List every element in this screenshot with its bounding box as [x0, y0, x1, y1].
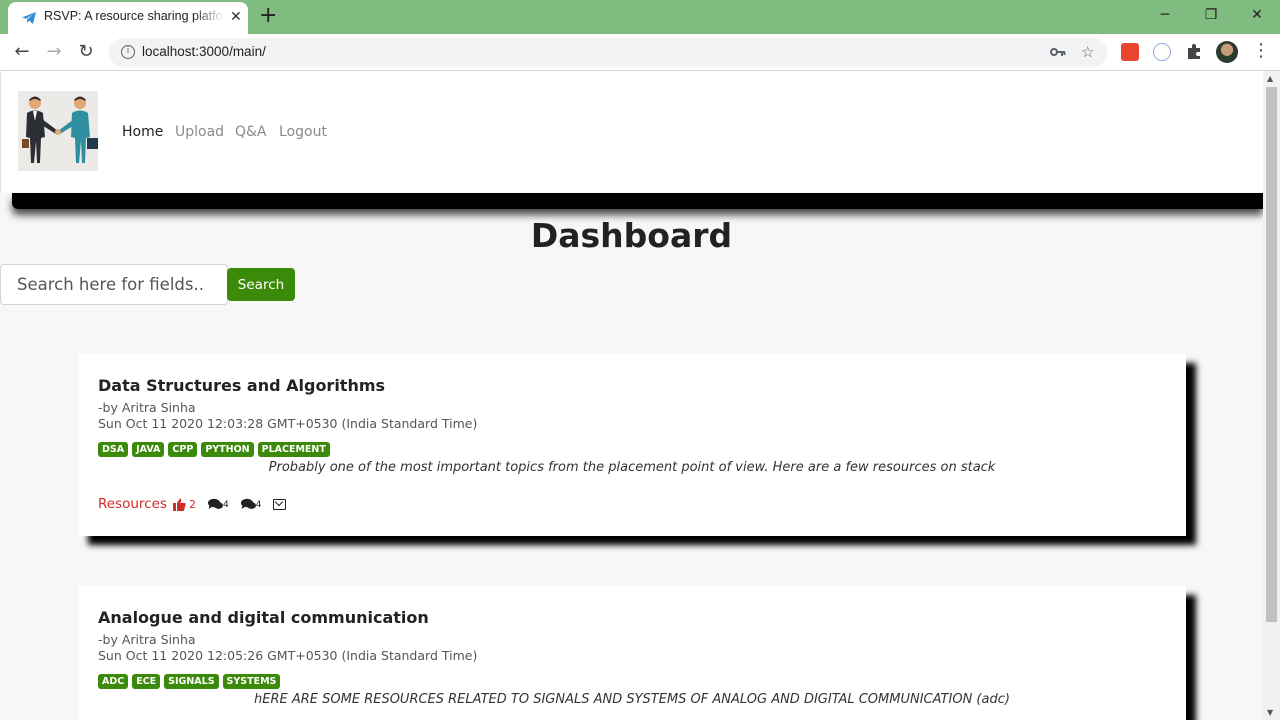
minimize-button[interactable]: ─ — [1142, 4, 1188, 28]
post-title[interactable]: Analogue and digital communication — [98, 608, 429, 627]
post-card: Data Structures and Algorithms -by Aritr… — [78, 354, 1186, 536]
tag-badge[interactable]: ECE — [132, 674, 161, 689]
tag-badge[interactable]: PLACEMENT — [257, 442, 330, 457]
replies-icon — [240, 498, 256, 509]
page-title: Dashboard — [530, 216, 733, 255]
tag-badge[interactable]: JAVA — [132, 442, 165, 457]
url-text: localhost:3000/main/ — [142, 44, 266, 59]
scroll-down-arrow-icon[interactable]: ▼ — [1267, 708, 1273, 717]
search-input[interactable] — [0, 264, 228, 305]
tag-badge[interactable]: PYTHON — [201, 442, 254, 457]
tag-badge[interactable]: CPP — [168, 442, 198, 457]
comments-stat[interactable]: 4 — [207, 498, 229, 510]
post-title[interactable]: Data Structures and Algorithms — [98, 376, 385, 395]
menu-kebab-icon[interactable]: ⋮ — [1252, 41, 1270, 61]
bookmark-star-icon[interactable]: ☆ — [1081, 43, 1094, 61]
nav-home-link[interactable]: Home — [122, 124, 163, 140]
back-arrow-icon[interactable]: ← — [12, 42, 32, 62]
post-description: hERE ARE SOME RESOURCES RELATED TO SIGNA… — [254, 692, 1010, 707]
post-date: Sun Oct 11 2020 12:03:28 GMT+0530 (India… — [98, 416, 478, 431]
tag-badge[interactable]: DSA — [98, 442, 129, 457]
post-date: Sun Oct 11 2020 12:05:26 GMT+0530 (India… — [98, 648, 478, 663]
close-window-button[interactable]: ✕ — [1234, 4, 1280, 28]
reply-count: 4 — [255, 500, 262, 510]
scrollbar-thumb[interactable] — [1266, 87, 1277, 622]
tab-title: RSVP: A resource sharing platform — [44, 9, 224, 23]
nav-qa-link[interactable]: Q&A — [235, 124, 267, 140]
site-navbar: Home Upload Q&A Logout — [0, 71, 1263, 193]
address-bar[interactable]: i localhost:3000/main/ ☆ — [109, 38, 1107, 67]
header-shadow-bar — [12, 193, 1263, 209]
page-scrollbar[interactable]: ▲ ▼ — [1263, 71, 1280, 720]
forward-arrow-icon[interactable]: → — [44, 42, 64, 62]
post-footer: Resources 2 4 4 — [98, 496, 287, 512]
post-tags: ADC ECE SIGNALS SYSTEMS — [98, 674, 281, 689]
profile-avatar[interactable] — [1216, 41, 1238, 63]
scroll-up-arrow-icon[interactable]: ▲ — [1267, 74, 1273, 83]
thumbs-up-icon — [172, 498, 186, 511]
like-count: 2 — [188, 497, 196, 511]
nav-upload-link[interactable]: Upload — [175, 124, 224, 140]
page-viewport: Home Upload Q&A Logout Dashboard Search … — [0, 71, 1263, 720]
post-author: -by Aritra Sinha — [98, 400, 196, 415]
browser-toolbar: ← → ↻ i localhost:3000/main/ ☆ ⋮ — [0, 34, 1280, 71]
tag-badge[interactable]: ADC — [98, 674, 129, 689]
replies-stat[interactable]: 4 — [240, 498, 262, 510]
site-info-icon[interactable]: i — [121, 45, 135, 59]
restore-button[interactable]: ❐ — [1188, 4, 1234, 28]
extension-icon[interactable] — [1121, 43, 1139, 61]
puzzle-icon[interactable] — [1185, 43, 1203, 61]
resources-link[interactable]: Resources — [98, 496, 167, 512]
like-button[interactable]: 2 — [172, 497, 196, 511]
reload-icon[interactable]: ↻ — [76, 42, 96, 62]
post-card: Analogue and digital communication -by A… — [78, 586, 1186, 720]
paper-plane-icon — [22, 12, 36, 24]
search-button[interactable]: Search — [227, 268, 295, 301]
comment-count: 4 — [222, 500, 229, 510]
post-author: -by Aritra Sinha — [98, 632, 196, 647]
mail-icon[interactable] — [273, 498, 287, 510]
browser-tab-bar: RSVP: A resource sharing platform ✕ + ─ … — [0, 0, 1280, 34]
tag-badge[interactable]: SYSTEMS — [222, 674, 281, 689]
key-icon[interactable] — [1050, 46, 1066, 58]
post-description: Probably one of the most important topic… — [268, 460, 996, 475]
comments-icon — [207, 498, 223, 509]
tag-badge[interactable]: SIGNALS — [164, 674, 219, 689]
browser-tab[interactable]: RSVP: A resource sharing platform ✕ — [8, 2, 248, 34]
handshake-logo[interactable] — [18, 91, 98, 171]
tab-close-icon[interactable]: ✕ — [230, 9, 242, 25]
react-devtools-icon[interactable] — [1153, 43, 1171, 61]
new-tab-button[interactable]: + — [259, 4, 277, 28]
nav-logout-link[interactable]: Logout — [279, 124, 327, 140]
post-tags: DSA JAVA CPP PYTHON PLACEMENT — [98, 442, 330, 457]
